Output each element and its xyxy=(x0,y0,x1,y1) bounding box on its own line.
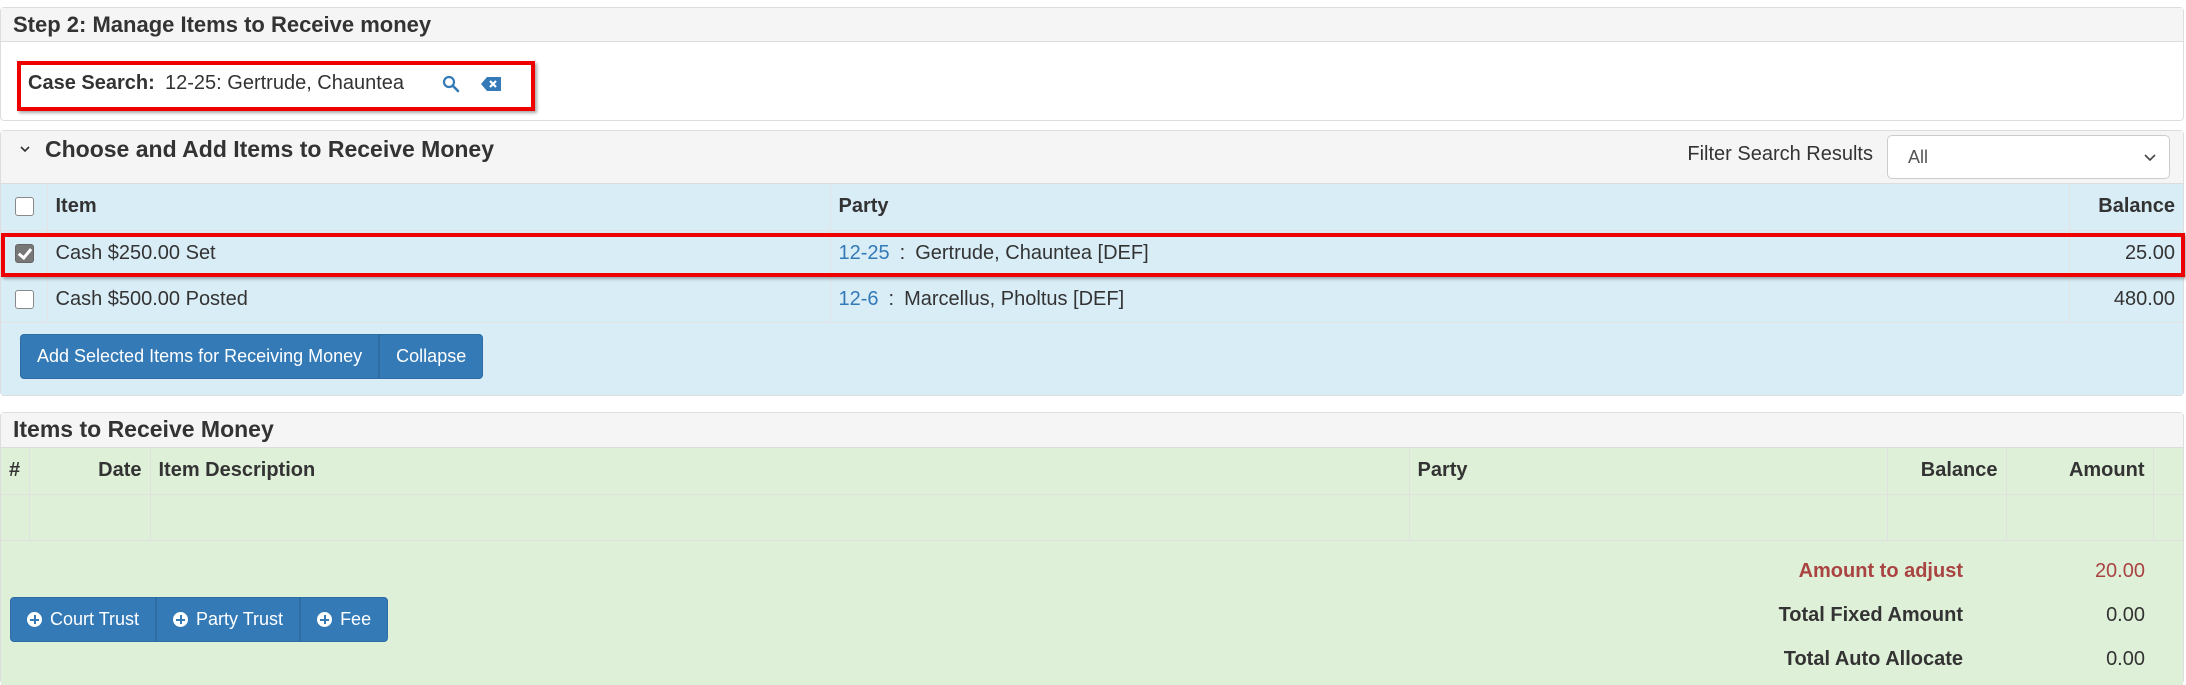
total-row: Total Auto Allocate 0.00 xyxy=(1545,648,2145,678)
chevron-down-icon xyxy=(2144,154,2156,162)
col-party: Party xyxy=(1409,448,1888,495)
items-to-receive-body: # Date Item Description Party Balance Am… xyxy=(1,448,2183,685)
party-name: Gertrude, Chauntea [DEF] xyxy=(915,241,1149,264)
case-search-value: 12-25: Gertrude, Chauntea xyxy=(165,72,405,94)
col-item: Item xyxy=(47,184,831,231)
case-search-box: Case Search: 12-25: Gertrude, Chauntea xyxy=(17,61,535,111)
table-header-row: # Date Item Description Party Balance Am… xyxy=(1,448,2183,495)
court-trust-button[interactable]: Court Trust xyxy=(10,597,157,642)
search-icon[interactable] xyxy=(441,74,461,94)
choose-items-body: Item Party Balance Cash $250.00 Set 12-2… xyxy=(1,184,2185,395)
col-balance: Balance xyxy=(1887,448,2007,495)
table-header-row: Item Party Balance xyxy=(1,184,2183,231)
plus-circle-icon xyxy=(27,612,42,627)
chevron-down-icon[interactable] xyxy=(17,141,33,157)
choose-actions: Add Selected Items for Receiving Money C… xyxy=(20,334,484,379)
row-checkbox[interactable] xyxy=(15,243,34,263)
choose-items-heading: Choose and Add Items to Receive Money Fi… xyxy=(1,131,2183,184)
step2-title: Step 2: Manage Items to Receive money xyxy=(1,8,2183,42)
amount-to-adjust-value: 20.00 xyxy=(2094,560,2145,582)
add-selected-items-button[interactable]: Add Selected Items for Receiving Money xyxy=(20,334,380,379)
table-row xyxy=(1,494,2183,541)
total-row: Total Fixed Amount 0.00 xyxy=(1545,604,2145,634)
row-checkbox[interactable] xyxy=(15,289,34,309)
total-auto-allocate-label: Total Auto Allocate xyxy=(1783,648,1963,670)
col-number: # xyxy=(1,448,30,495)
case-search-label: Case Search: xyxy=(28,72,155,94)
total-fixed-amount-label: Total Fixed Amount xyxy=(1778,604,1963,626)
case-link[interactable]: 12-25 xyxy=(839,242,890,264)
collapse-button[interactable]: Collapse xyxy=(379,334,484,379)
item-cell: Cash $500.00 Posted xyxy=(47,276,831,323)
col-balance: Balance xyxy=(2069,184,2183,231)
plus-circle-icon xyxy=(173,612,189,627)
col-date: Date xyxy=(29,448,151,495)
balance-cell: 25.00 xyxy=(2069,230,2183,277)
case-link[interactable]: 12-6 xyxy=(839,288,879,310)
items-to-receive-title: Items to Receive Money xyxy=(1,413,2183,448)
choose-items-title: Choose and Add Items to Receive Money xyxy=(45,136,495,162)
filter-label: Filter Search Results xyxy=(1687,143,1873,165)
party-cell: 12-25: Gertrude, Chauntea [DEF] xyxy=(830,230,2070,277)
item-cell: Cash $250.00 Set xyxy=(47,230,831,277)
choose-items-panel: Choose and Add Items to Receive Money Fi… xyxy=(0,130,2185,396)
table-row[interactable]: Cash $500.00 Posted 12-6: Marcellus, Phol… xyxy=(1,276,2183,323)
amount-to-adjust-label: Amount to adjust xyxy=(1798,560,1963,582)
party-cell: 12-6: Marcellus, Pholtus [DEF] xyxy=(830,276,2070,323)
filter-select[interactable]: All xyxy=(1887,135,2170,179)
party-trust-button[interactable]: Party Trust xyxy=(156,597,301,642)
total-row: Amount to adjust 20.00 xyxy=(1545,560,2145,590)
add-item-actions: Court Trust Party Trust Fee xyxy=(10,597,389,642)
select-all-checkbox[interactable] xyxy=(15,197,34,217)
filter-select-value: All xyxy=(1908,147,1929,167)
table-row[interactable]: Cash $250.00 Set 12-25: Gertrude, Chaunte… xyxy=(1,230,2183,277)
total-auto-allocate-value: 0.00 xyxy=(2106,648,2145,670)
total-fixed-amount-value: 0.00 xyxy=(2106,604,2145,626)
col-amount: Amount xyxy=(2006,448,2154,495)
col-item-description: Item Description xyxy=(150,448,1410,495)
fee-button[interactable]: Fee xyxy=(300,597,389,642)
party-name: Marcellus, Pholtus [DEF] xyxy=(904,287,1125,310)
items-to-receive-panel: Items to Receive Money # Date Item Descr… xyxy=(0,412,2184,685)
step2-panel: Step 2: Manage Items to Receive money Ca… xyxy=(0,7,2184,121)
col-party: Party xyxy=(830,184,2070,231)
balance-cell: 480.00 xyxy=(2069,276,2183,323)
plus-circle-icon xyxy=(317,612,333,627)
choose-items-table: Item Party Balance Cash $250.00 Set 12-2… xyxy=(1,184,2183,323)
clear-icon[interactable] xyxy=(479,74,503,94)
items-to-receive-table: # Date Item Description Party Balance Am… xyxy=(1,448,2183,541)
